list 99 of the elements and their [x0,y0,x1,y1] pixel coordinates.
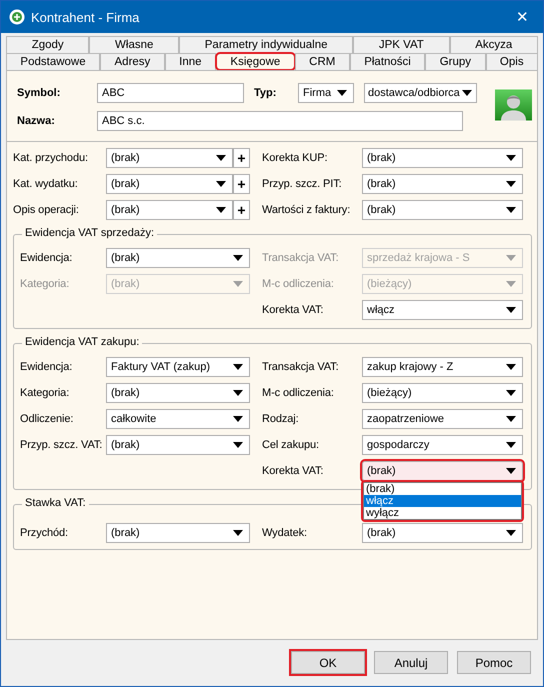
caret-icon [506,390,516,396]
close-button[interactable]: ✕ [510,8,535,26]
dropdown-field[interactable]: całkowite [106,409,250,429]
field-label: Rodzaj: [262,413,300,425]
tab[interactable]: Grupy [425,53,486,70]
field-label: Cel zakupu: [262,439,320,451]
dropdown-field[interactable]: zakup krajowy - Z [362,357,523,377]
tab[interactable]: Inne [164,53,216,70]
caret-icon [506,255,516,261]
field-label: M-c odliczenia: [262,387,335,399]
tab[interactable]: Księgowe [216,53,295,70]
caret-icon [506,155,516,161]
tab[interactable]: Opis [486,53,538,70]
field-label: Typ: [254,87,278,99]
tab[interactable]: CRM [294,53,350,70]
caret-icon [233,442,243,448]
caret-icon [506,442,516,448]
tab[interactable]: Adresy [100,53,165,70]
caret-icon [233,390,243,396]
field-label: Kat. przychodu: [13,152,89,164]
field-label: Ewidencja: [20,361,74,373]
dropdown-field[interactable]: (brak) [106,383,250,403]
tab[interactable]: Własne [89,36,180,53]
field-label: Nazwa: [17,115,56,127]
dialog-button[interactable]: Anuluj [374,651,448,674]
input-field[interactable]: ABC [97,83,244,103]
caret-icon [233,364,243,370]
field-label: Kategoria: [20,278,70,290]
dropdown-field[interactable]: gospodarczy [362,435,523,455]
dropdown-field[interactable]: (brak) [106,174,233,194]
field-label: Przyp. szcz. PIT: [262,178,343,190]
caret-icon [506,307,516,313]
field-label: Transakcja VAT: [262,252,340,264]
caret-icon [233,530,243,536]
caret-icon [506,530,516,536]
field-label: Transakcja VAT: [262,361,340,373]
tab[interactable]: Płatności [350,53,426,70]
field-label: Korekta VAT: [262,465,324,477]
group-title: Ewidencja VAT sprzedaży: [22,227,158,239]
dialog-button[interactable]: Pomoc [457,651,531,674]
field-label: Korekta KUP: [262,152,328,164]
add-button[interactable]: + [233,200,250,220]
tab[interactable]: Parametry indywidualne [179,36,354,53]
field-label: Korekta VAT: [262,304,324,316]
caret-icon [216,207,226,213]
tab[interactable]: JPK VAT [353,36,450,53]
caret-icon [506,416,516,422]
field-label: Przyp. szcz. VAT: [20,439,104,451]
field-label: Symbol: [17,87,62,99]
caret-icon [233,416,243,422]
caret-icon [462,90,472,96]
dropdown-field[interactable]: Faktury VAT (zakup) [106,357,250,377]
caret-icon [506,181,516,187]
dropdown-field[interactable]: (brak) [106,435,250,455]
dropdown-field[interactable]: (brak) [106,200,233,220]
caret-icon [216,181,226,187]
field-label: Ewidencja: [20,252,74,264]
dropdown-field[interactable]: włącz [362,300,523,320]
tab[interactable]: Podstawowe [6,53,100,70]
dropdown-option[interactable]: wyłącz [364,507,521,519]
dropdown-field[interactable]: (brak) [106,248,250,268]
window-title: Kontrahent - Firma [31,10,140,24]
caret-icon [233,281,243,287]
field-label: Wydatek: [262,527,308,539]
dropdown-field[interactable]: (brak) [362,174,523,194]
dropdown-field[interactable]: (brak) [106,523,250,543]
dropdown-field[interactable]: dostawca/odbiorca [364,83,477,103]
dropdown-option[interactable]: włącz [364,495,521,507]
tab[interactable]: Zgody [6,36,90,53]
caret-icon [506,468,516,474]
caret-icon [506,207,516,213]
caret-icon [337,90,347,96]
dropdown-field[interactable]: (brak) [362,200,523,220]
field-label: Kategoria: [20,387,70,399]
input-field[interactable]: ABC s.c. [97,111,463,131]
dropdown-field[interactable]: (bieżący) [362,383,523,403]
field-label: Kat. wydatku: [13,178,79,190]
field-label: Przychód: [20,527,70,539]
dropdown-option[interactable]: (brak) [364,483,521,495]
field-label: M-c odliczenia: [262,278,335,290]
caret-icon [506,364,516,370]
field-label: Opis operacji: [13,204,80,216]
dropdown-field[interactable]: zaopatrzeniowe [362,409,523,429]
caret-icon [216,155,226,161]
add-button[interactable]: + [233,174,250,194]
dialog-button[interactable]: OK [291,651,365,674]
add-button[interactable]: + [233,148,250,168]
field-label: Wartości z faktury: [262,204,352,216]
dropdown-field[interactable]: (brak) [362,523,523,543]
dropdown-field[interactable]: (brak) [106,148,233,168]
group-title: Stawka VAT: [22,497,89,509]
caret-icon [506,281,516,287]
dropdown-field[interactable]: (brak) [362,148,523,168]
field-label: Odliczenie: [20,413,74,425]
tab[interactable]: Akcyza [450,36,538,53]
dropdown-field[interactable]: Firma [298,83,354,103]
app-logo-icon [9,9,25,25]
group-title: Ewidencja VAT zakupu: [22,336,142,348]
caret-icon [233,255,243,261]
